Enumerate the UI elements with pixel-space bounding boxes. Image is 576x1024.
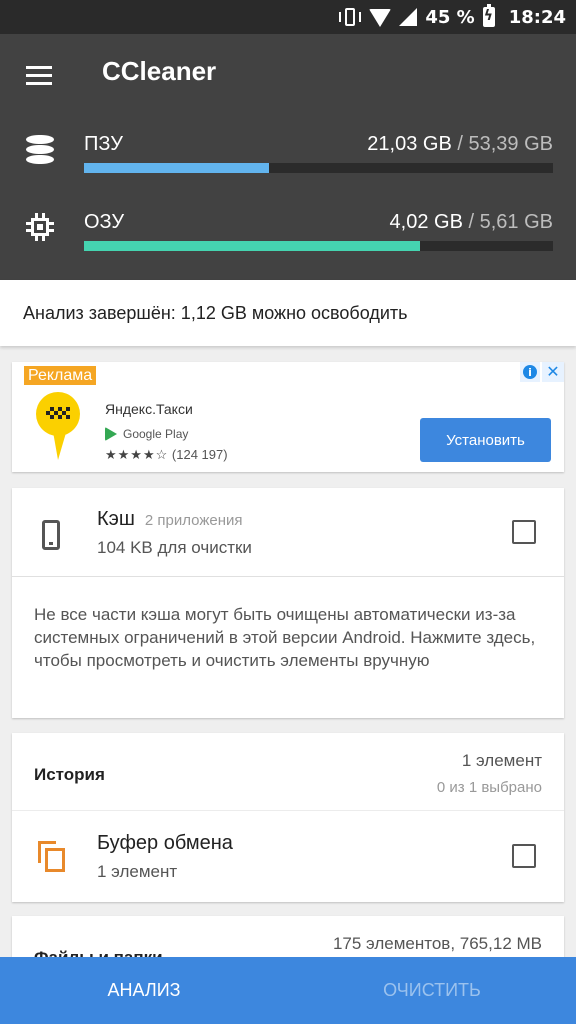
clipboard-title: Буфер обмена [97, 832, 233, 854]
storage-row: ПЗУ 21,03 GB / 53,39 GB [0, 133, 576, 193]
cache-apps-count: 2 приложения [144, 512, 243, 529]
clipboard-count: 1 элемент [97, 862, 178, 881]
files-count: 175 элементов, 765,12 MB [332, 934, 542, 953]
cpu-chip-icon [26, 213, 54, 243]
storage-label: ПЗУ [84, 133, 123, 155]
clipboard-checkbox[interactable] [512, 844, 536, 868]
app-title: CCleaner [102, 56, 217, 86]
ram-separator: / [468, 211, 475, 233]
divider [12, 576, 564, 577]
ram-total: 5,61 GB [479, 211, 553, 233]
google-play-badge: Google Play [105, 426, 188, 442]
storage-bar [84, 163, 553, 173]
app-header: CCleaner ПЗУ 21,03 GB / 53,39 GB ОЗУ 4,0… [0, 34, 576, 280]
ad-banner[interactable]: Реклама i ✕ Яндекс.Такси Google Play ★★★… [12, 362, 564, 472]
clipboard-copy-icon [38, 841, 66, 872]
google-play-label: Google Play [123, 427, 189, 441]
clock: 18:24 [508, 6, 566, 28]
history-count: 1 элемент [461, 751, 542, 770]
google-play-icon [105, 427, 117, 441]
storage-usage: 21,03 GB / 53,39 GB [367, 133, 553, 156]
analysis-summary: Анализ завершён: 1,12 GB можно освободит… [0, 280, 576, 346]
cache-checkbox[interactable] [512, 520, 536, 544]
ad-info-button[interactable]: i [520, 362, 540, 382]
ram-bar-fill [84, 241, 421, 251]
rating-stars-icon: ★★★★☆ [105, 447, 169, 462]
smartphone-icon [42, 520, 60, 550]
signal-icon [399, 8, 418, 26]
cache-title: Кэш [97, 508, 135, 530]
ad-app-name: Яндекс.Такси [105, 401, 193, 417]
ram-row: ОЗУ 4,02 GB / 5,61 GB [0, 211, 576, 271]
cache-size: 104 KB для очистки [97, 538, 252, 557]
hamburger-menu-icon[interactable] [26, 66, 52, 86]
wifi-icon [369, 9, 392, 27]
cache-note-link[interactable]: Не все части кэша могут быть очищены авт… [34, 603, 544, 672]
storage-database-icon [26, 135, 54, 165]
history-selected: 0 из 1 выбрано [436, 779, 542, 796]
ram-label: ОЗУ [84, 211, 125, 233]
ad-rating: ★★★★☆ (124 197) [105, 447, 228, 463]
rating-count: (124 197) [171, 447, 228, 462]
analyze-button[interactable]: АНАЛИЗ [0, 957, 288, 1024]
ad-badge: Реклама [24, 366, 97, 385]
storage-bar-fill [84, 163, 269, 173]
vibrate-icon [339, 7, 362, 27]
battery-charging-icon [482, 4, 495, 27]
info-icon: i [523, 365, 537, 379]
cache-card: Кэш 2 приложения 104 KB для очистки Не вс… [12, 488, 564, 718]
history-card: История 1 элемент 0 из 1 выбрано Буфер о… [12, 733, 564, 902]
ram-used: 4,02 GB [389, 211, 463, 233]
history-title: История [34, 765, 105, 784]
storage-total: 53,39 GB [468, 133, 553, 155]
cache-title-row: Кэш 2 приложения [97, 508, 243, 531]
divider [12, 810, 564, 811]
clean-button[interactable]: ОЧИСТИТЬ [288, 957, 576, 1024]
ram-bar [84, 241, 553, 251]
status-bar: 45 % 18:24 [0, 0, 576, 34]
bottom-action-bar: АНАЛИЗ ОЧИСТИТЬ [0, 957, 576, 1024]
storage-used: 21,03 GB [367, 133, 452, 155]
ad-close-icon[interactable]: ✕ [542, 362, 564, 382]
ram-usage: 4,02 GB / 5,61 GB [390, 211, 553, 234]
install-button[interactable]: Установить [420, 418, 551, 462]
battery-percent: 45 % [425, 6, 475, 28]
analysis-summary-text: Анализ завершён: 1,12 GB можно освободит… [23, 303, 408, 323]
storage-separator: / [457, 133, 463, 155]
yandex-taxi-logo [36, 392, 80, 462]
